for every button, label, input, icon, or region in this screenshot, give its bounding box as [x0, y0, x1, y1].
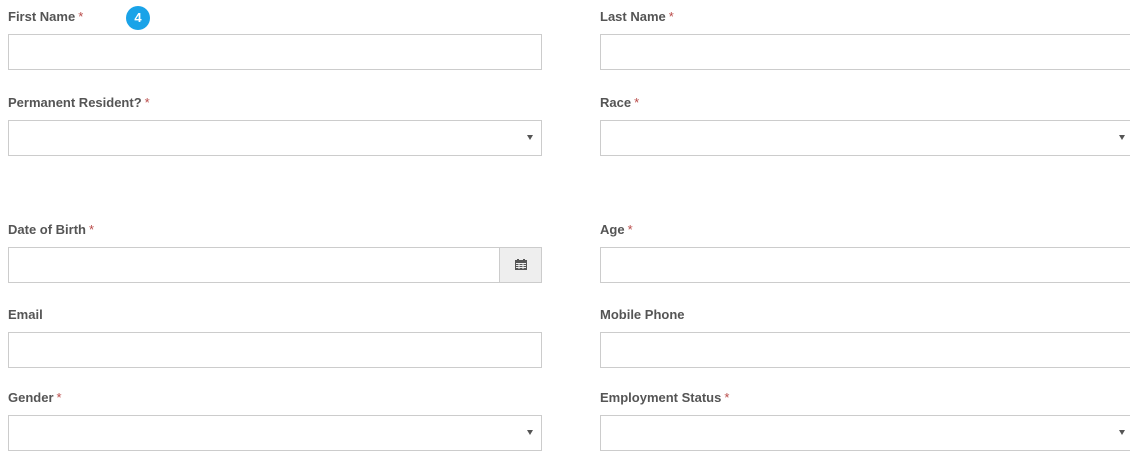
date-of-birth-input-wrap — [9, 248, 499, 282]
required-marker: * — [56, 390, 62, 405]
required-marker: * — [627, 222, 633, 237]
email-label: Email — [8, 307, 43, 322]
caret-down-icon — [1119, 135, 1125, 140]
date-picker-button[interactable] — [499, 248, 541, 282]
race-label: Race * — [600, 95, 640, 110]
race-select[interactable] — [600, 120, 1130, 156]
date-of-birth-input[interactable] — [9, 248, 499, 282]
required-marker: * — [634, 95, 640, 110]
required-marker: * — [78, 9, 84, 24]
date-of-birth-field — [8, 247, 542, 283]
last-name-input[interactable] — [601, 35, 1130, 69]
age-field[interactable] — [600, 247, 1130, 283]
permanent-resident-select[interactable] — [8, 120, 542, 156]
gender-label: Gender * — [8, 390, 62, 405]
date-of-birth-label: Date of Birth * — [8, 222, 95, 237]
email-input[interactable] — [9, 333, 541, 367]
required-marker: * — [89, 222, 95, 237]
mobile-phone-input[interactable] — [601, 333, 1130, 367]
required-marker: * — [724, 390, 730, 405]
first-name-field[interactable] — [8, 34, 542, 70]
required-marker: * — [668, 9, 674, 24]
age-input[interactable] — [601, 248, 1130, 282]
employment-status-label: Employment Status * — [600, 390, 730, 405]
permanent-resident-label: Permanent Resident? * — [8, 95, 150, 110]
first-name-label: First Name * — [8, 9, 84, 24]
caret-down-icon — [527, 135, 533, 140]
first-name-input[interactable] — [9, 35, 541, 69]
step-badge: 4 — [126, 6, 150, 30]
gender-select[interactable] — [8, 415, 542, 451]
caret-down-icon — [1119, 430, 1125, 435]
last-name-label: Last Name * — [600, 9, 674, 24]
employment-status-select[interactable] — [600, 415, 1130, 451]
mobile-phone-field[interactable] — [600, 332, 1130, 368]
age-label: Age * — [600, 222, 633, 237]
caret-down-icon — [527, 430, 533, 435]
last-name-field[interactable] — [600, 34, 1130, 70]
required-marker: * — [144, 95, 150, 110]
mobile-phone-label: Mobile Phone — [600, 307, 685, 322]
email-field[interactable] — [8, 332, 542, 368]
calendar-icon — [515, 259, 527, 270]
